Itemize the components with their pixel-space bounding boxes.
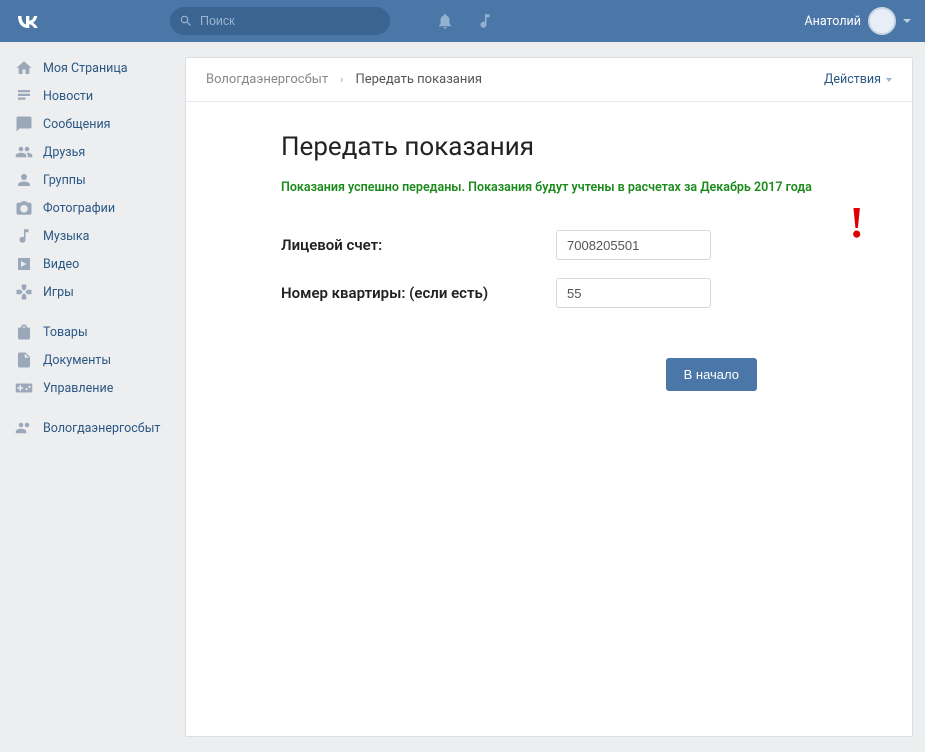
sidebar-item-label: Моя Страница — [43, 61, 128, 76]
search-icon — [179, 14, 193, 28]
page-title: Передать показания — [281, 132, 817, 162]
username: Анатолий — [804, 14, 861, 29]
sidebar-item-label: Сообщения — [43, 117, 111, 132]
breadcrumb-current: Передать показания — [355, 72, 482, 87]
breadcrumb-bar: Вологдаэнергосбыт › Передать показания Д… — [186, 58, 912, 102]
back-button[interactable]: В начало — [666, 358, 757, 391]
gamepad-icon — [15, 283, 33, 301]
home-icon — [15, 59, 33, 77]
search-wrap — [170, 7, 390, 35]
sidebar-item-messages[interactable]: Сообщения — [0, 110, 185, 138]
sidebar-item-label: Друзья — [43, 145, 85, 160]
form-row-account: Лицевой счет: — [281, 230, 817, 260]
note-icon — [15, 227, 33, 245]
avatar — [868, 7, 896, 35]
sidebar-item-label: Товары — [43, 325, 88, 340]
news-icon — [15, 87, 33, 105]
user-menu[interactable]: Анатолий — [804, 7, 911, 35]
chevron-down-icon — [903, 19, 911, 23]
music-icon[interactable] — [476, 12, 494, 30]
doc-icon — [15, 351, 33, 369]
exclamation-icon: ! — [849, 197, 864, 248]
content: Передать показания Показания успешно пер… — [186, 102, 912, 411]
sidebar-item-my-page[interactable]: Моя Страница — [0, 54, 185, 82]
group2-icon — [15, 419, 33, 437]
video-icon — [15, 255, 33, 273]
actions-label: Действия — [824, 72, 881, 87]
sidebar: Моя Страница Новости Сообщения Друзья Гр… — [0, 42, 185, 752]
sidebar-item-documents[interactable]: Документы — [0, 346, 185, 374]
groups-icon — [15, 171, 33, 189]
sidebar-item-photos[interactable]: Фотографии — [0, 194, 185, 222]
main-panel: Вологдаэнергосбыт › Передать показания Д… — [185, 57, 913, 737]
sidebar-item-groups[interactable]: Группы — [0, 166, 185, 194]
apartment-label: Номер квартиры: (если есть) — [281, 284, 556, 302]
sidebar-item-video[interactable]: Видео — [0, 250, 185, 278]
bell-icon[interactable] — [436, 12, 454, 30]
sidebar-item-label: Управление — [43, 381, 113, 396]
breadcrumb-root[interactable]: Вологдаэнергосбыт — [206, 72, 328, 87]
chevron-down-icon — [886, 78, 892, 82]
sidebar-item-products[interactable]: Товары — [0, 318, 185, 346]
sidebar-item-music[interactable]: Музыка — [0, 222, 185, 250]
sidebar-item-label: Видео — [43, 257, 79, 272]
actions-dropdown[interactable]: Действия — [824, 72, 892, 87]
success-message: Показания успешно переданы. Показания бу… — [281, 180, 817, 195]
sidebar-item-label: Группы — [43, 173, 86, 188]
sidebar-item-label: Новости — [43, 89, 93, 104]
bag-icon — [15, 323, 33, 341]
sidebar-item-label: Музыка — [43, 229, 89, 244]
message-icon — [15, 115, 33, 133]
sidebar-item-label: Фотографии — [43, 201, 115, 216]
top-icons — [436, 12, 494, 30]
sidebar-item-vologda[interactable]: Вологдаэнергосбыт — [0, 414, 185, 442]
gamepad2-icon — [15, 379, 33, 397]
sidebar-item-games[interactable]: Игры — [0, 278, 185, 306]
sidebar-item-label: Вологдаэнергосбыт — [43, 421, 160, 436]
topbar: Анатолий — [0, 0, 925, 42]
account-label: Лицевой счет: — [281, 236, 556, 254]
friends-icon — [15, 143, 33, 161]
form-row-apartment: Номер квартиры: (если есть) — [281, 278, 817, 308]
sidebar-item-label: Документы — [43, 353, 111, 368]
camera-icon — [15, 199, 33, 217]
sidebar-item-news[interactable]: Новости — [0, 82, 185, 110]
apartment-input[interactable] — [556, 278, 711, 308]
breadcrumb-separator: › — [340, 73, 343, 86]
sidebar-item-manage[interactable]: Управление — [0, 374, 185, 402]
button-row: В начало — [281, 358, 817, 391]
vk-logo[interactable] — [14, 9, 40, 34]
sidebar-item-label: Игры — [43, 285, 74, 300]
sidebar-item-friends[interactable]: Друзья — [0, 138, 185, 166]
search-input[interactable] — [170, 7, 390, 35]
account-input[interactable] — [556, 230, 711, 260]
